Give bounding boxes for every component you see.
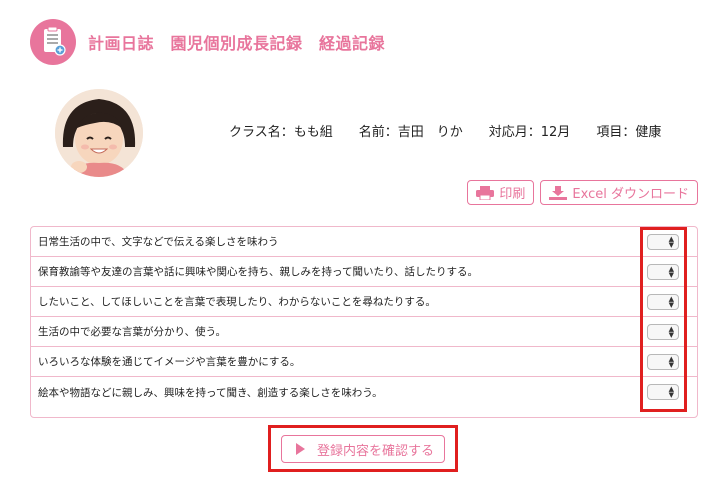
excel-download-button[interactable]: Excel ダウンロード [540,180,698,205]
list-item: 日常生活の中で、文字などで伝える楽しさを味わう ▲ ▼ [31,227,697,257]
page-header: 計画日誌 園児個別成長記録 経過記録 [30,18,385,66]
profile-info: クラス名：もも組 名前：吉田 りか 対応月：12月 項目：健康 [229,121,661,140]
list-item: したいこと、してほしいことを言葉で表現したり、わからないことを尋ねたりする。 ▲ ▼ [31,287,697,317]
list-item: 絵本や物語などに親しみ、興味を持って聞き、創造する楽しさを味わう。 ▲ ▼ [31,377,697,407]
clipboard-icon [30,19,76,65]
list-item-text: したいこと、してほしいことを言葉で表現したり、わからないことを尋ねたりする。 [38,296,436,308]
list-item-text: 絵本や物語などに親しみ、興味を持って聞き、創造する楽しさを味わう。 [38,386,383,399]
list-item-text: いろいろな体験を通じてイメージや言葉を豊かにする。 [38,356,301,368]
list-item-text: 保育教諭等や友達の言葉や話に興味や関心を持ち、親しみを持って聞いたり、話したりす… [38,266,479,278]
select-column-highlight [640,227,687,412]
child-name: 名前：吉田 りか [358,125,463,140]
goal-list: 日常生活の中で、文字などで伝える楽しさを味わう ▲ ▼ 保育教諭等や友達の言葉や話に興… [30,226,698,418]
excel-label: Excel ダウンロード [572,187,689,202]
list-item: 生活の中で必要な言葉が分かり、使う。 ▲ ▼ [31,317,697,347]
toolbar: 印刷 Excel ダウンロード [467,180,698,205]
confirm-label: 登録内容を確認する [317,443,435,459]
play-icon [296,443,305,455]
confirm-highlight: 登録内容を確認する [268,425,458,472]
print-button[interactable]: 印刷 [467,180,535,205]
print-label: 印刷 [499,187,526,202]
download-icon [549,185,568,200]
category: 項目：健康 [596,125,662,140]
list-item: いろいろな体験を通じてイメージや言葉を豊かにする。 ▲ ▼ [31,347,697,377]
page-title: 計画日誌 園児個別成長記録 経過記録 [88,34,386,53]
confirm-button[interactable]: 登録内容を確認する [281,435,445,463]
class-name: クラス名：もも組 [229,125,333,140]
target-month: 対応月：12月 [488,125,571,140]
list-item-text: 生活の中で必要な言葉が分かり、使う。 [38,326,226,338]
printer-icon [476,185,495,200]
avatar [55,89,143,177]
list-item: 保育教諭等や友達の言葉や話に興味や関心を持ち、親しみを持って聞いたり、話したりす… [31,257,697,287]
list-item-text: 日常生活の中で、文字などで伝える楽しさを味わう [38,236,279,248]
